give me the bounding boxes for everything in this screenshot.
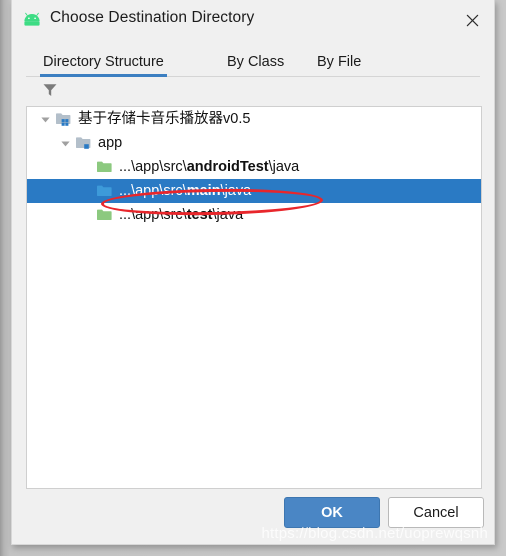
green-source-folder-icon — [96, 159, 114, 175]
tab-directory-structure[interactable]: Directory Structure — [40, 54, 167, 77]
tree-row-label: ...\app\src\test\java — [119, 206, 244, 223]
module-folder-icon — [75, 135, 93, 151]
filter-funnel-icon[interactable] — [41, 81, 59, 99]
directory-tree-panel[interactable]: 基于存储卡音乐播放器v0.5 app ...\app\src\androidTe… — [26, 106, 482, 489]
tree-row[interactable]: ...\app\src\test\java — [27, 203, 481, 227]
cancel-button[interactable]: Cancel — [388, 497, 484, 528]
tab-label: By File — [317, 54, 362, 70]
chevron-down-icon[interactable] — [35, 114, 55, 125]
blue-source-folder-icon — [96, 183, 114, 199]
tab-by-file[interactable]: By File — [314, 54, 364, 77]
tree-row[interactable]: app — [27, 131, 481, 155]
tree-row-label: ...\app\src\androidTest\java — [119, 158, 300, 175]
ok-button[interactable]: OK — [284, 497, 380, 528]
tree-row[interactable]: 基于存储卡音乐播放器v0.5 — [27, 107, 481, 131]
tab-bar: Directory Structure By Class By File — [26, 40, 480, 77]
android-robot-icon — [22, 12, 42, 28]
tab-by-class[interactable]: By Class — [224, 54, 287, 77]
desktop-backdrop: Choose Destination Directory Directory S… — [0, 0, 506, 556]
choose-destination-directory-dialog: Choose Destination Directory Directory S… — [11, 0, 495, 545]
page-title: Choose Destination Directory — [50, 9, 255, 26]
title-bar: Choose Destination Directory — [12, 0, 494, 40]
filter-bar — [12, 77, 494, 103]
green-source-folder-icon — [96, 207, 114, 223]
tree-row-label: ...\app\src\main\java — [119, 182, 252, 199]
cancel-button-label: Cancel — [413, 504, 459, 521]
tab-label: Directory Structure — [43, 54, 164, 70]
chevron-down-icon[interactable] — [55, 138, 75, 149]
tree-row-selected[interactable]: ...\app\src\main\java — [27, 179, 481, 203]
close-icon[interactable] — [450, 0, 494, 40]
tree-row-label: 基于存储卡音乐播放器v0.5 — [78, 110, 251, 127]
tree-row[interactable]: ...\app\src\androidTest\java — [27, 155, 481, 179]
module-folder-icon — [55, 111, 73, 127]
tree-row-label: app — [98, 134, 123, 151]
tab-label: By Class — [227, 54, 285, 70]
dialog-footer: OK Cancel — [12, 497, 494, 537]
ok-button-label: OK — [321, 504, 343, 521]
